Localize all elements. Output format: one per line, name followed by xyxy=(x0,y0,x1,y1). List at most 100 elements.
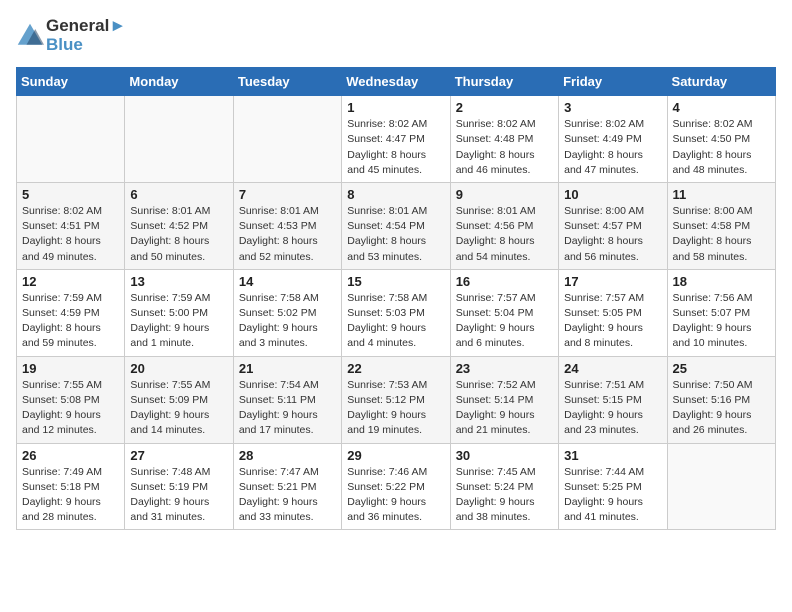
calendar-cell: 27Sunrise: 7:48 AM Sunset: 5:19 PM Dayli… xyxy=(125,443,233,530)
calendar-table: SundayMondayTuesdayWednesdayThursdayFrid… xyxy=(16,67,776,530)
calendar-cell: 26 Sunrise: 7:49 AM Sunset: 5:18 PM Dayli… xyxy=(17,443,125,530)
weekday-header: Monday xyxy=(125,68,233,96)
day-info: Sunrise: 8:01 AM Sunset: 4:53 PM Dayligh… xyxy=(239,204,336,265)
day-info: Sunrise: 7:53 AM Sunset: 5:12 PM Dayligh… xyxy=(347,378,444,439)
day-info: Sunrise: 8:01 AM Sunset: 4:54 PM Dayligh… xyxy=(347,204,444,265)
day-info: Sunrise: 7:59 AM Sunset: 5:00 PM Dayligh… xyxy=(130,291,227,352)
day-number: 20 xyxy=(130,361,227,376)
calendar-week-row: 19Sunrise: 7:55 AM Sunset: 5:08 PM Dayli… xyxy=(17,356,776,443)
day-number: 25 xyxy=(673,361,770,376)
day-number: 16 xyxy=(456,274,553,289)
calendar-cell: 24 Sunrise: 7:51 AM Sunset: 5:15 PM Dayli… xyxy=(559,356,667,443)
day-info: Sunrise: 7:52 AM Sunset: 5:14 PM Dayligh… xyxy=(456,378,553,439)
day-info: Sunrise: 7:47 AM Sunset: 5:21 PM Dayligh… xyxy=(239,465,336,526)
calendar-cell: 7 Sunrise: 8:01 AM Sunset: 4:53 PM Daylig… xyxy=(233,182,341,269)
day-number: 21 xyxy=(239,361,336,376)
day-number: 11 xyxy=(673,187,770,202)
weekday-header: Sunday xyxy=(17,68,125,96)
day-info: Sunrise: 7:54 AM Sunset: 5:11 PM Dayligh… xyxy=(239,378,336,439)
weekday-header: Wednesday xyxy=(342,68,450,96)
day-number: 28 xyxy=(239,448,336,463)
calendar-cell: 20Sunrise: 7:55 AM Sunset: 5:09 PM Dayli… xyxy=(125,356,233,443)
calendar-cell: 16 Sunrise: 7:57 AM Sunset: 5:04 PM Dayli… xyxy=(450,269,558,356)
calendar-cell: 13 Sunrise: 7:59 AM Sunset: 5:00 PM Dayli… xyxy=(125,269,233,356)
day-info: Sunrise: 7:44 AM Sunset: 5:25 PM Dayligh… xyxy=(564,465,661,526)
day-number: 27 xyxy=(130,448,227,463)
day-info: Sunrise: 7:46 AM Sunset: 5:22 PM Dayligh… xyxy=(347,465,444,526)
day-number: 6 xyxy=(130,187,227,202)
calendar-cell: 23 Sunrise: 7:52 AM Sunset: 5:14 PM Dayli… xyxy=(450,356,558,443)
day-info: Sunrise: 7:50 AM Sunset: 5:16 PM Dayligh… xyxy=(673,378,770,439)
calendar-cell: 17 Sunrise: 7:57 AM Sunset: 5:05 PM Dayli… xyxy=(559,269,667,356)
day-info: Sunrise: 8:02 AM Sunset: 4:49 PM Dayligh… xyxy=(564,117,661,178)
calendar-cell: 15Sunrise: 7:58 AM Sunset: 5:03 PM Dayli… xyxy=(342,269,450,356)
day-info: Sunrise: 8:01 AM Sunset: 4:56 PM Dayligh… xyxy=(456,204,553,265)
day-number: 2 xyxy=(456,100,553,115)
calendar-week-row: 1Sunrise: 8:02 AM Sunset: 4:47 PM Daylig… xyxy=(17,96,776,183)
calendar-cell: 3 Sunrise: 8:02 AM Sunset: 4:49 PM Daylig… xyxy=(559,96,667,183)
calendar-week-row: 26 Sunrise: 7:49 AM Sunset: 5:18 PM Dayli… xyxy=(17,443,776,530)
calendar-cell: 5 Sunrise: 8:02 AM Sunset: 4:51 PM Daylig… xyxy=(17,182,125,269)
calendar-cell: 29Sunrise: 7:46 AM Sunset: 5:22 PM Dayli… xyxy=(342,443,450,530)
calendar-cell xyxy=(125,96,233,183)
day-info: Sunrise: 8:02 AM Sunset: 4:51 PM Dayligh… xyxy=(22,204,119,265)
calendar-cell: 2 Sunrise: 8:02 AM Sunset: 4:48 PM Daylig… xyxy=(450,96,558,183)
day-number: 30 xyxy=(456,448,553,463)
logo-icon xyxy=(16,22,44,50)
day-number: 22 xyxy=(347,361,444,376)
page-header: General► Blue xyxy=(16,16,776,55)
day-number: 23 xyxy=(456,361,553,376)
calendar-cell: 14 Sunrise: 7:58 AM Sunset: 5:02 PM Dayli… xyxy=(233,269,341,356)
calendar-week-row: 12Sunrise: 7:59 AM Sunset: 4:59 PM Dayli… xyxy=(17,269,776,356)
day-info: Sunrise: 7:49 AM Sunset: 5:18 PM Dayligh… xyxy=(22,465,119,526)
calendar-cell: 21 Sunrise: 7:54 AM Sunset: 5:11 PM Dayli… xyxy=(233,356,341,443)
calendar-cell: 25 Sunrise: 7:50 AM Sunset: 5:16 PM Dayli… xyxy=(667,356,775,443)
day-info: Sunrise: 7:57 AM Sunset: 5:04 PM Dayligh… xyxy=(456,291,553,352)
calendar-cell: 8 Sunrise: 8:01 AM Sunset: 4:54 PM Daylig… xyxy=(342,182,450,269)
calendar-cell: 18Sunrise: 7:56 AM Sunset: 5:07 PM Dayli… xyxy=(667,269,775,356)
day-number: 17 xyxy=(564,274,661,289)
day-number: 8 xyxy=(347,187,444,202)
header-row: SundayMondayTuesdayWednesdayThursdayFrid… xyxy=(17,68,776,96)
day-number: 4 xyxy=(673,100,770,115)
logo-text: General► Blue xyxy=(46,16,126,55)
calendar-cell: 11 Sunrise: 8:00 AM Sunset: 4:58 PM Dayli… xyxy=(667,182,775,269)
day-number: 31 xyxy=(564,448,661,463)
day-info: Sunrise: 8:00 AM Sunset: 4:58 PM Dayligh… xyxy=(673,204,770,265)
day-number: 13 xyxy=(130,274,227,289)
weekday-header: Saturday xyxy=(667,68,775,96)
calendar-cell: 9 Sunrise: 8:01 AM Sunset: 4:56 PM Daylig… xyxy=(450,182,558,269)
day-info: Sunrise: 8:02 AM Sunset: 4:47 PM Dayligh… xyxy=(347,117,444,178)
weekday-header: Thursday xyxy=(450,68,558,96)
calendar-cell: 28 Sunrise: 7:47 AM Sunset: 5:21 PM Dayli… xyxy=(233,443,341,530)
weekday-header: Tuesday xyxy=(233,68,341,96)
day-number: 18 xyxy=(673,274,770,289)
day-number: 14 xyxy=(239,274,336,289)
day-number: 15 xyxy=(347,274,444,289)
calendar-cell: 10 Sunrise: 8:00 AM Sunset: 4:57 PM Dayli… xyxy=(559,182,667,269)
day-number: 7 xyxy=(239,187,336,202)
day-number: 5 xyxy=(22,187,119,202)
calendar-cell xyxy=(233,96,341,183)
day-number: 3 xyxy=(564,100,661,115)
day-info: Sunrise: 8:02 AM Sunset: 4:50 PM Dayligh… xyxy=(673,117,770,178)
day-number: 26 xyxy=(22,448,119,463)
calendar-cell: 30 Sunrise: 7:45 AM Sunset: 5:24 PM Dayli… xyxy=(450,443,558,530)
day-number: 19 xyxy=(22,361,119,376)
day-info: Sunrise: 8:02 AM Sunset: 4:48 PM Dayligh… xyxy=(456,117,553,178)
day-info: Sunrise: 7:51 AM Sunset: 5:15 PM Dayligh… xyxy=(564,378,661,439)
day-info: Sunrise: 7:57 AM Sunset: 5:05 PM Dayligh… xyxy=(564,291,661,352)
calendar-cell: 4 Sunrise: 8:02 AM Sunset: 4:50 PM Daylig… xyxy=(667,96,775,183)
calendar-cell: 1Sunrise: 8:02 AM Sunset: 4:47 PM Daylig… xyxy=(342,96,450,183)
calendar-cell: 22 Sunrise: 7:53 AM Sunset: 5:12 PM Dayli… xyxy=(342,356,450,443)
day-number: 24 xyxy=(564,361,661,376)
logo: General► Blue xyxy=(16,16,126,55)
day-number: 12 xyxy=(22,274,119,289)
day-info: Sunrise: 8:00 AM Sunset: 4:57 PM Dayligh… xyxy=(564,204,661,265)
day-info: Sunrise: 7:58 AM Sunset: 5:02 PM Dayligh… xyxy=(239,291,336,352)
day-info: Sunrise: 7:45 AM Sunset: 5:24 PM Dayligh… xyxy=(456,465,553,526)
day-info: Sunrise: 8:01 AM Sunset: 4:52 PM Dayligh… xyxy=(130,204,227,265)
calendar-cell xyxy=(17,96,125,183)
day-number: 10 xyxy=(564,187,661,202)
day-number: 9 xyxy=(456,187,553,202)
